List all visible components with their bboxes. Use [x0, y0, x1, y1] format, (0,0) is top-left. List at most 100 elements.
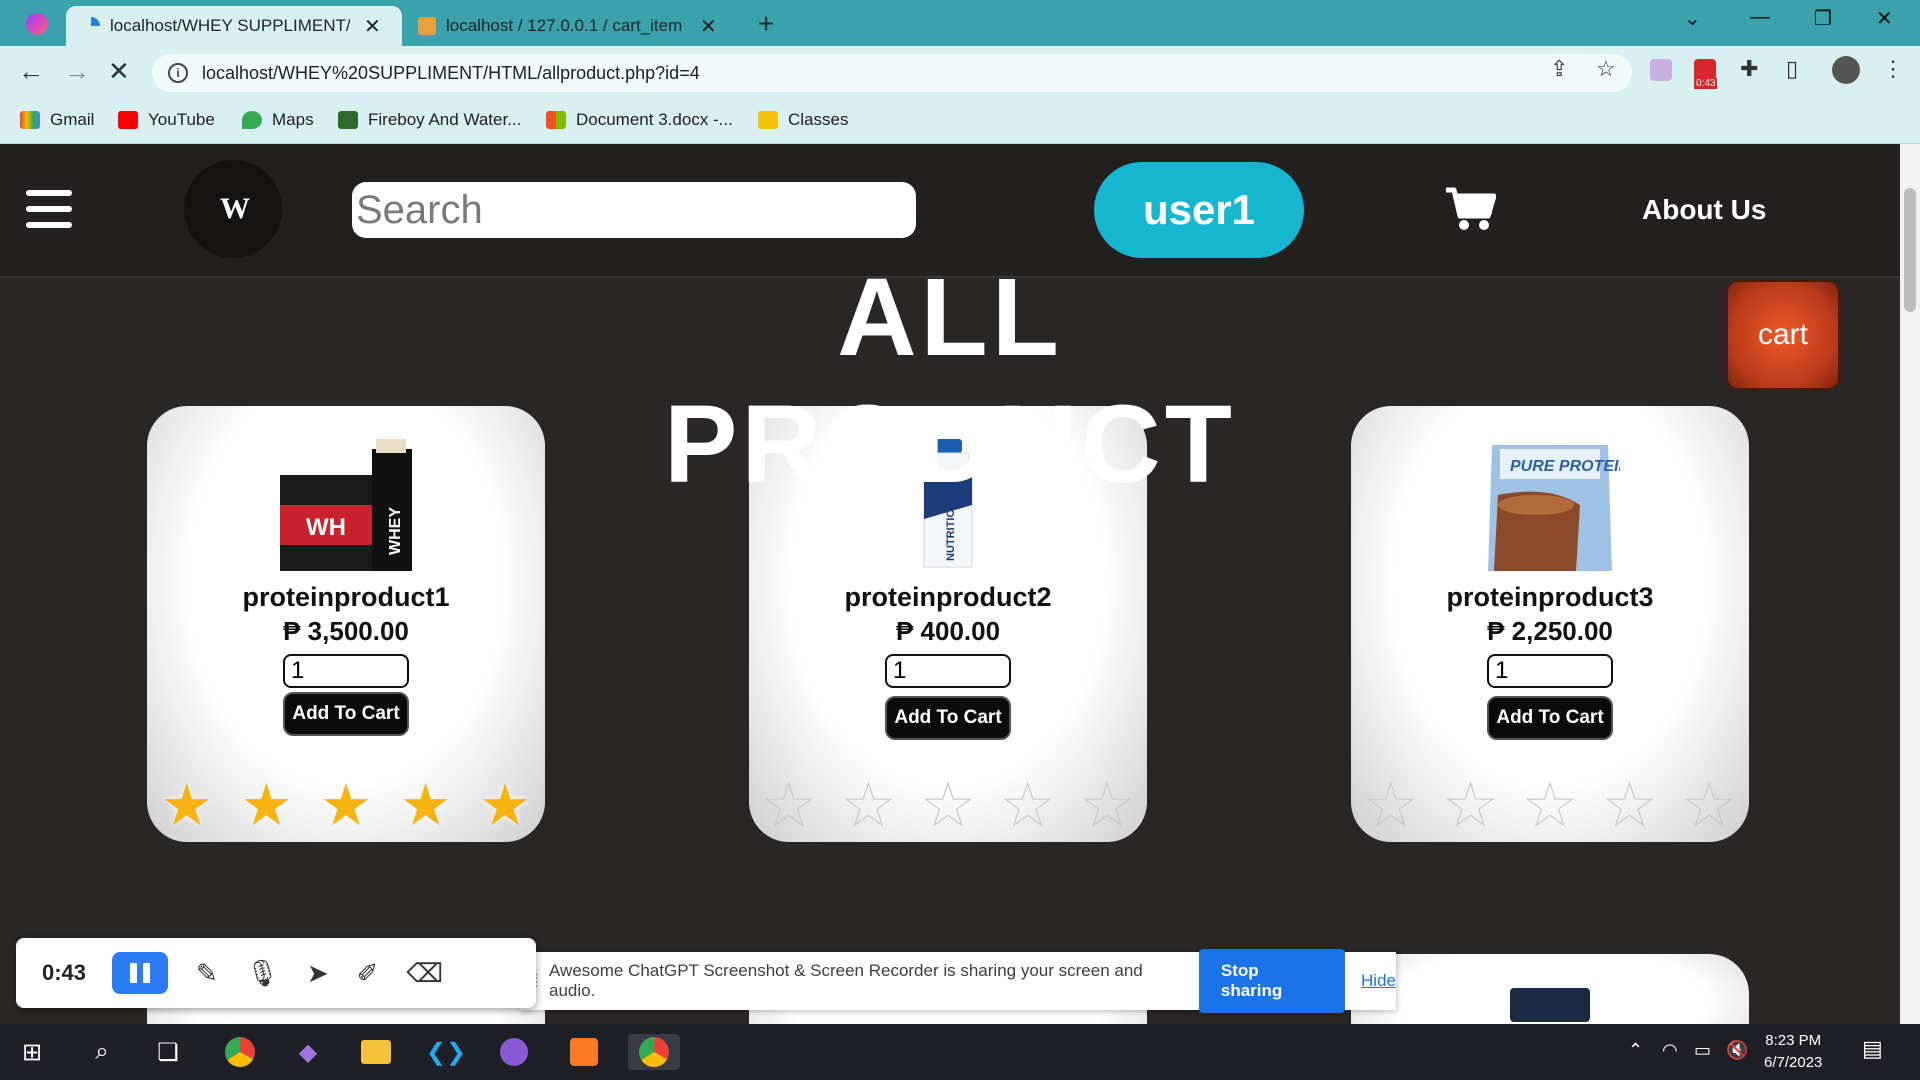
add-to-cart-button[interactable]: Add To Cart [885, 696, 1011, 740]
notifications-icon[interactable]: ▤ [1862, 1036, 1883, 1062]
clock-date: 6/7/2023 [1764, 1054, 1823, 1071]
pause-button[interactable] [112, 952, 168, 994]
user-button[interactable]: user1 [1094, 162, 1304, 258]
volume-muted-icon[interactable]: 🔇 [1726, 1040, 1748, 1061]
battery-icon[interactable]: ▭ [1694, 1040, 1711, 1061]
bookmark-label: Document 3.docx -... [576, 110, 733, 129]
chrome-icon[interactable] [222, 1034, 258, 1070]
stop-loading-icon[interactable]: ✕ [108, 56, 130, 87]
eraser-icon[interactable]: ⌫ [406, 958, 443, 989]
annotate-icon[interactable]: ✎ [196, 958, 218, 989]
star-icon[interactable]: ★ [161, 776, 213, 836]
new-tab-icon[interactable]: + [758, 8, 774, 40]
product-price: ₱ 400.00 [895, 616, 1001, 646]
windows-start-icon[interactable]: ⊞ [14, 1034, 50, 1070]
star-icon[interactable]: ★ [1364, 775, 1417, 836]
address-bar[interactable]: i localhost/WHEY%20SUPPLIMENT/HTML/allpr… [152, 54, 1632, 92]
wifi-icon[interactable]: ◠ [1662, 1040, 1678, 1061]
phpmyadmin-icon [418, 17, 436, 35]
quantity-input[interactable] [283, 654, 409, 688]
star-icon[interactable]: ★ [320, 776, 372, 836]
side-panel-icon[interactable]: ▯ [1786, 56, 1798, 82]
close-tab-icon[interactable]: ✕ [700, 14, 717, 39]
shopping-cart-icon[interactable] [1444, 186, 1497, 237]
quantity-input[interactable] [885, 654, 1011, 688]
product-image[interactable]: PURE PROTEIN [1479, 434, 1621, 576]
restore-icon[interactable]: ❐ [1814, 6, 1832, 31]
minimize-icon[interactable]: — [1750, 6, 1770, 29]
back-icon[interactable]: ← [18, 56, 44, 87]
close-tab-icon[interactable]: ✕ [364, 14, 381, 39]
rating-stars[interactable]: ★ ★ ★ ★ ★ [1351, 775, 1749, 836]
bookmark-gmail[interactable]: Gmail [20, 110, 94, 130]
bookmark-fireboy[interactable]: Fireboy And Water... [338, 110, 521, 130]
bookmark-star-icon[interactable]: ☆ [1596, 56, 1616, 82]
show-hidden-icons[interactable]: ⌃ [1628, 1040, 1643, 1061]
star-icon[interactable]: ★ [1603, 775, 1656, 836]
star-icon[interactable]: ★ [240, 776, 292, 836]
star-icon[interactable]: ★ [1081, 775, 1134, 836]
more-menu-icon[interactable]: ⋮ [1882, 56, 1904, 82]
star-icon[interactable]: ★ [762, 775, 815, 836]
hamburger-menu-icon[interactable] [26, 190, 72, 230]
github-desktop-icon[interactable] [496, 1034, 532, 1070]
star-icon[interactable]: ★ [400, 776, 452, 836]
search-input[interactable] [352, 182, 916, 238]
star-icon[interactable]: ★ [1523, 775, 1576, 836]
extension-icon[interactable] [1650, 59, 1672, 81]
product-image[interactable]: WH WHEY [275, 434, 417, 576]
site-logo[interactable]: W [184, 160, 282, 258]
visual-studio-icon[interactable]: ◆ [290, 1034, 326, 1070]
star-icon[interactable]: ★ [921, 775, 974, 836]
microphone-off-icon[interactable]: 🎙 [246, 958, 279, 989]
stop-sharing-button[interactable]: Stop sharing [1198, 949, 1346, 1013]
page-scrollbar[interactable] [1900, 144, 1920, 1024]
tab-search-icon[interactable]: ⌄ [1684, 6, 1701, 31]
extensions-puzzle-icon[interactable]: ✚ [1740, 56, 1758, 82]
tab-cart-item[interactable]: localhost / 127.0.0.1 / cart_item / ✕ [402, 6, 738, 46]
youtube-icon [118, 111, 138, 129]
pen-icon[interactable]: ✐ [357, 958, 379, 989]
recording-timer: 0:43 [42, 960, 87, 985]
rating-stars[interactable]: ★ ★ ★ ★ ★ [147, 776, 545, 836]
file-explorer-icon[interactable] [358, 1034, 394, 1070]
star-icon[interactable]: ★ [1683, 775, 1736, 836]
star-icon[interactable]: ★ [1001, 775, 1054, 836]
add-to-cart-button[interactable]: Add To Cart [1487, 696, 1613, 740]
about-us-link[interactable]: About Us [1642, 194, 1766, 226]
game-icon [338, 111, 358, 129]
share-icon[interactable]: ⇪ [1550, 56, 1568, 82]
close-window-icon[interactable]: ✕ [1876, 6, 1893, 31]
system-clock[interactable]: 8:23 PM 6/7/2023 [1764, 1030, 1822, 1074]
maps-icon [242, 111, 262, 129]
star-icon[interactable]: ★ [479, 776, 531, 836]
bookmark-maps[interactable]: Maps [242, 110, 314, 130]
profile-avatar[interactable] [1832, 56, 1860, 84]
scrollbar-thumb[interactable] [1904, 188, 1916, 312]
star-icon[interactable]: ★ [842, 775, 895, 836]
quantity-input[interactable] [1487, 654, 1613, 688]
vs-code-icon[interactable]: ❮❯ [426, 1034, 466, 1070]
site-info-icon[interactable]: i [168, 63, 188, 83]
messenger-icon[interactable] [26, 13, 48, 35]
bookmark-label: Gmail [50, 110, 95, 129]
forward-icon[interactable]: → [64, 56, 90, 87]
chrome-active-icon[interactable] [628, 1034, 680, 1070]
task-view-icon[interactable]: ❏ [150, 1034, 186, 1070]
xampp-icon[interactable] [566, 1034, 602, 1070]
star-icon[interactable]: ★ [1444, 775, 1497, 836]
rating-stars[interactable]: ★ ★ ★ ★ ★ [749, 775, 1147, 836]
product-card: PURE PROTEIN proteinproduct3 ₱ 2,250.00 … [1351, 406, 1749, 842]
product-price: ₱ 2,250.00 [1487, 616, 1613, 646]
pointer-icon[interactable]: ➤ [307, 958, 329, 989]
add-to-cart-button[interactable]: Add To Cart [283, 692, 409, 736]
search-icon[interactable]: ⌕ [84, 1034, 120, 1070]
bookmark-label: Fireboy And Water... [368, 110, 522, 129]
tab-whey-suppliment[interactable]: localhost/WHEY SUPPLIMENT/H ✕ [66, 6, 402, 46]
hide-link[interactable]: Hide [1361, 971, 1396, 991]
bookmark-document[interactable]: Document 3.docx -... [546, 110, 733, 130]
bookmark-youtube[interactable]: YouTube [118, 110, 215, 130]
cart-button[interactable]: cart [1726, 280, 1840, 390]
bookmark-classes[interactable]: Classes [758, 110, 848, 130]
product-image[interactable] [1479, 982, 1621, 1022]
